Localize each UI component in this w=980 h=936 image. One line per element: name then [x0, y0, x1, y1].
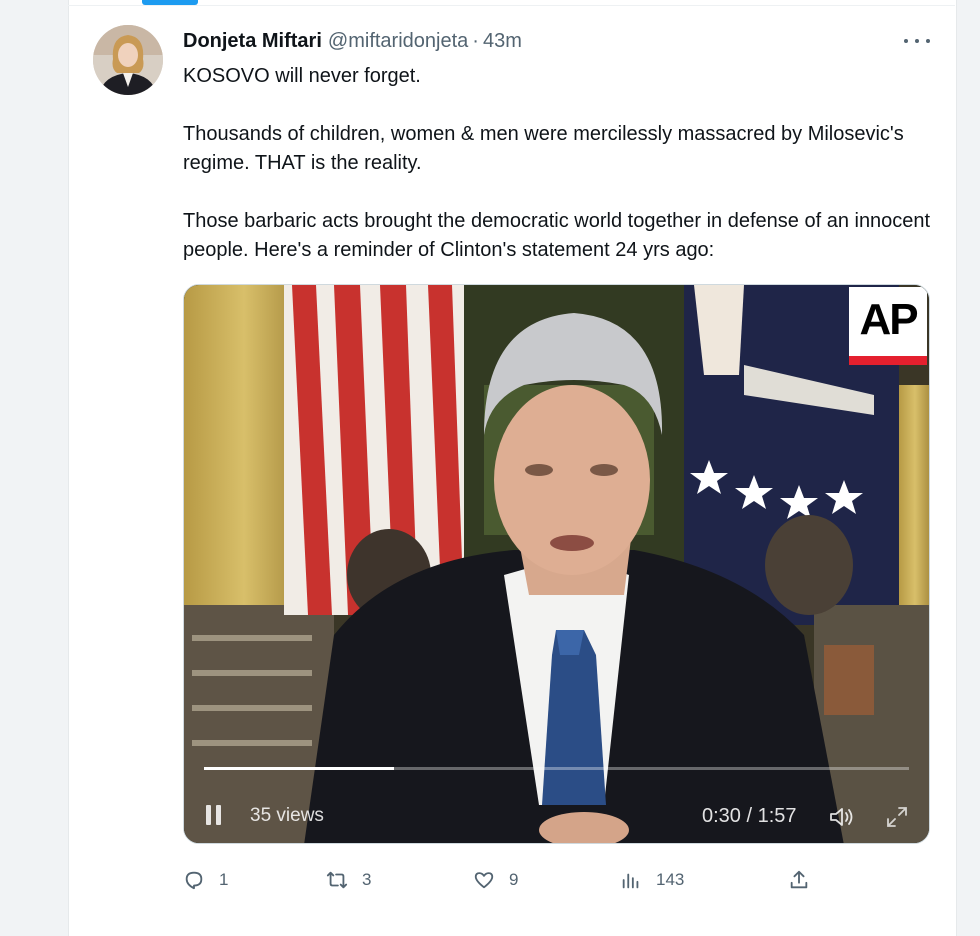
- more-icon[interactable]: [904, 36, 930, 46]
- ap-logo-bar: [849, 356, 927, 365]
- heart-icon: [474, 872, 494, 889]
- tweet-header: Donjeta Miftari @miftaridonjeta · 43m: [183, 27, 522, 55]
- analytics-button[interactable]: 143: [620, 866, 684, 894]
- video-frame: [184, 285, 929, 843]
- divider: [68, 5, 955, 6]
- video-controls: 35 views 0:30 / 1:57: [184, 793, 929, 843]
- video-progress-bar[interactable]: [204, 767, 909, 770]
- avatar-image: [93, 25, 163, 95]
- like-button[interactable]: 9: [473, 866, 518, 894]
- avatar[interactable]: [93, 25, 163, 95]
- pause-icon[interactable]: [206, 805, 222, 825]
- video-time: 0:30 / 1:57: [702, 805, 797, 827]
- retweet-count: 3: [362, 870, 372, 889]
- fullscreen-icon[interactable]: [885, 805, 909, 829]
- retweet-button[interactable]: 3: [326, 866, 371, 894]
- views-count: 143: [656, 870, 685, 889]
- video-progress-fill: [204, 767, 395, 770]
- right-gutter: [955, 0, 980, 936]
- video-player[interactable]: AP 35 views 0:30 / 1:57: [183, 284, 930, 844]
- analytics-icon: [622, 873, 639, 889]
- retweet-icon: [326, 871, 348, 889]
- video-views: 35 views: [250, 805, 324, 826]
- reply-button[interactable]: 1: [183, 866, 228, 894]
- display-name[interactable]: Donjeta Miftari: [183, 30, 322, 53]
- reply-icon: [185, 871, 203, 890]
- tweet-paragraph: KOSOVO will never forget.: [183, 65, 421, 87]
- tweet-text: KOSOVO will never forget. Thousands of c…: [183, 62, 933, 265]
- tweet-paragraph: Thousands of children, women & men were …: [183, 123, 904, 174]
- left-gutter: [0, 0, 68, 936]
- share-button[interactable]: [788, 866, 810, 894]
- user-handle[interactable]: @miftaridonjeta: [328, 30, 468, 53]
- separator-dot: ·: [472, 29, 479, 52]
- timestamp[interactable]: 43m: [483, 30, 522, 53]
- tweet-actions: 1 3 9 143: [183, 866, 823, 894]
- volume-icon[interactable]: [829, 807, 855, 827]
- like-count: 9: [509, 870, 519, 889]
- ap-logo: AP: [849, 287, 927, 365]
- share-icon: [790, 870, 808, 889]
- ap-watermark: AP: [859, 295, 918, 344]
- reply-count: 1: [219, 870, 229, 889]
- tweet-paragraph: Those barbaric acts brought the democrat…: [183, 210, 931, 261]
